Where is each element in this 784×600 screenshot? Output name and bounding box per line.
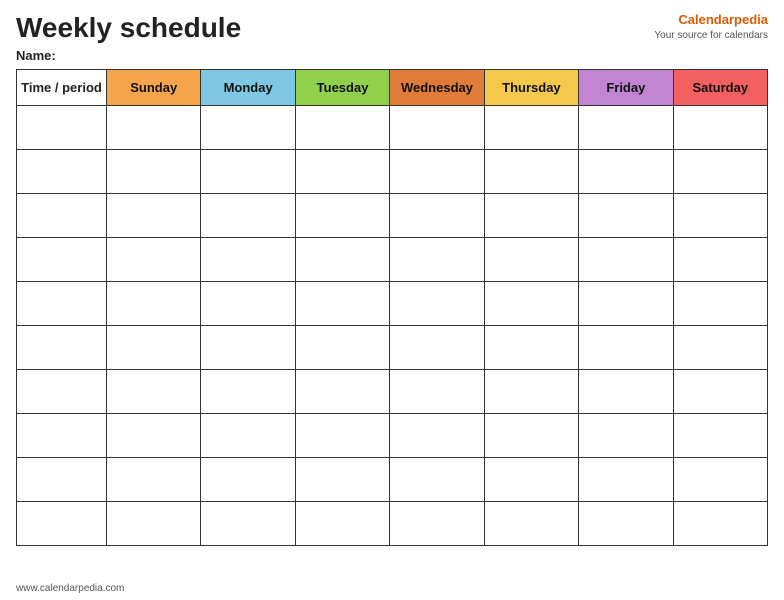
table-cell[interactable] [484, 106, 578, 150]
table-cell[interactable] [201, 326, 295, 370]
table-cell[interactable] [295, 150, 389, 194]
table-cell[interactable] [673, 502, 767, 546]
table-cell[interactable] [390, 150, 484, 194]
table-cell[interactable] [17, 106, 107, 150]
table-cell[interactable] [673, 370, 767, 414]
table-cell[interactable] [390, 282, 484, 326]
table-cell[interactable] [17, 282, 107, 326]
table-cell[interactable] [579, 458, 673, 502]
table-cell[interactable] [390, 326, 484, 370]
col-header-time: Time / period [17, 70, 107, 106]
table-cell[interactable] [579, 194, 673, 238]
table-cell[interactable] [295, 502, 389, 546]
table-cell[interactable] [484, 502, 578, 546]
table-cell[interactable] [484, 370, 578, 414]
table-cell[interactable] [201, 150, 295, 194]
col-header-sunday: Sunday [107, 70, 201, 106]
table-cell[interactable] [673, 282, 767, 326]
table-cell[interactable] [484, 194, 578, 238]
table-cell[interactable] [107, 458, 201, 502]
table-cell[interactable] [390, 458, 484, 502]
table-cell[interactable] [295, 458, 389, 502]
table-cell[interactable] [107, 150, 201, 194]
table-cell[interactable] [107, 238, 201, 282]
table-cell[interactable] [579, 326, 673, 370]
col-header-tuesday: Tuesday [295, 70, 389, 106]
table-cell[interactable] [673, 106, 767, 150]
table-cell[interactable] [201, 414, 295, 458]
table-cell[interactable] [17, 238, 107, 282]
col-header-monday: Monday [201, 70, 295, 106]
table-cell[interactable] [673, 194, 767, 238]
page-title: Weekly schedule [16, 12, 241, 44]
table-cell[interactable] [107, 326, 201, 370]
brand-name: Calendarpedia [654, 12, 768, 29]
table-cell[interactable] [579, 414, 673, 458]
table-cell[interactable] [484, 282, 578, 326]
table-cell[interactable] [107, 106, 201, 150]
table-cell[interactable] [484, 326, 578, 370]
table-cell[interactable] [579, 370, 673, 414]
table-cell[interactable] [579, 150, 673, 194]
table-cell[interactable] [579, 238, 673, 282]
table-cell[interactable] [201, 370, 295, 414]
table-cell[interactable] [17, 150, 107, 194]
table-cell[interactable] [17, 414, 107, 458]
table-cell[interactable] [201, 502, 295, 546]
table-cell[interactable] [390, 502, 484, 546]
table-cell[interactable] [295, 326, 389, 370]
name-label: Name: [16, 48, 768, 63]
table-cell[interactable] [484, 238, 578, 282]
header: Weekly schedule Calendarpedia Your sourc… [16, 12, 768, 44]
table-cell[interactable] [107, 414, 201, 458]
table-cell[interactable] [17, 370, 107, 414]
table-cell[interactable] [390, 414, 484, 458]
table-cell[interactable] [579, 502, 673, 546]
table-cell[interactable] [201, 238, 295, 282]
table-cell[interactable] [17, 194, 107, 238]
table-cell[interactable] [107, 502, 201, 546]
table-cell[interactable] [201, 106, 295, 150]
table-cell[interactable] [484, 414, 578, 458]
brand: Calendarpedia Your source for calendars [654, 12, 768, 42]
col-header-friday: Friday [579, 70, 673, 106]
table-cell[interactable] [107, 282, 201, 326]
table-cell[interactable] [295, 282, 389, 326]
table-cell[interactable] [295, 414, 389, 458]
brand-tagline: Your source for calendars [654, 29, 768, 42]
table-cell[interactable] [17, 326, 107, 370]
table-cell[interactable] [390, 106, 484, 150]
brand-name-part1: Calendar [678, 12, 734, 27]
table-cell[interactable] [390, 370, 484, 414]
table-cell[interactable] [201, 458, 295, 502]
col-header-thursday: Thursday [484, 70, 578, 106]
col-header-wednesday: Wednesday [390, 70, 484, 106]
col-header-saturday: Saturday [673, 70, 767, 106]
table-cell[interactable] [390, 238, 484, 282]
table-cell[interactable] [107, 370, 201, 414]
table-cell[interactable] [17, 458, 107, 502]
table-cell[interactable] [295, 238, 389, 282]
table-cell[interactable] [295, 194, 389, 238]
table-cell[interactable] [579, 106, 673, 150]
table-cell[interactable] [295, 106, 389, 150]
page: Weekly schedule Calendarpedia Your sourc… [0, 0, 784, 600]
table-cell[interactable] [673, 238, 767, 282]
table-cell[interactable] [295, 370, 389, 414]
table-cell[interactable] [484, 150, 578, 194]
table-cell[interactable] [579, 282, 673, 326]
table-cell[interactable] [673, 326, 767, 370]
schedule-table: Time / period Sunday Monday Tuesday Wedn… [16, 69, 768, 546]
table-cell[interactable] [673, 414, 767, 458]
table-cell[interactable] [17, 502, 107, 546]
table-cell[interactable] [201, 282, 295, 326]
table-cell[interactable] [201, 194, 295, 238]
footer-url: www.calendarpedia.com [16, 583, 124, 594]
table-cell[interactable] [673, 458, 767, 502]
table-cell[interactable] [484, 458, 578, 502]
table-cell[interactable] [107, 194, 201, 238]
brand-name-part2: pedia [734, 12, 768, 27]
table-cell[interactable] [673, 150, 767, 194]
table-cell[interactable] [390, 194, 484, 238]
